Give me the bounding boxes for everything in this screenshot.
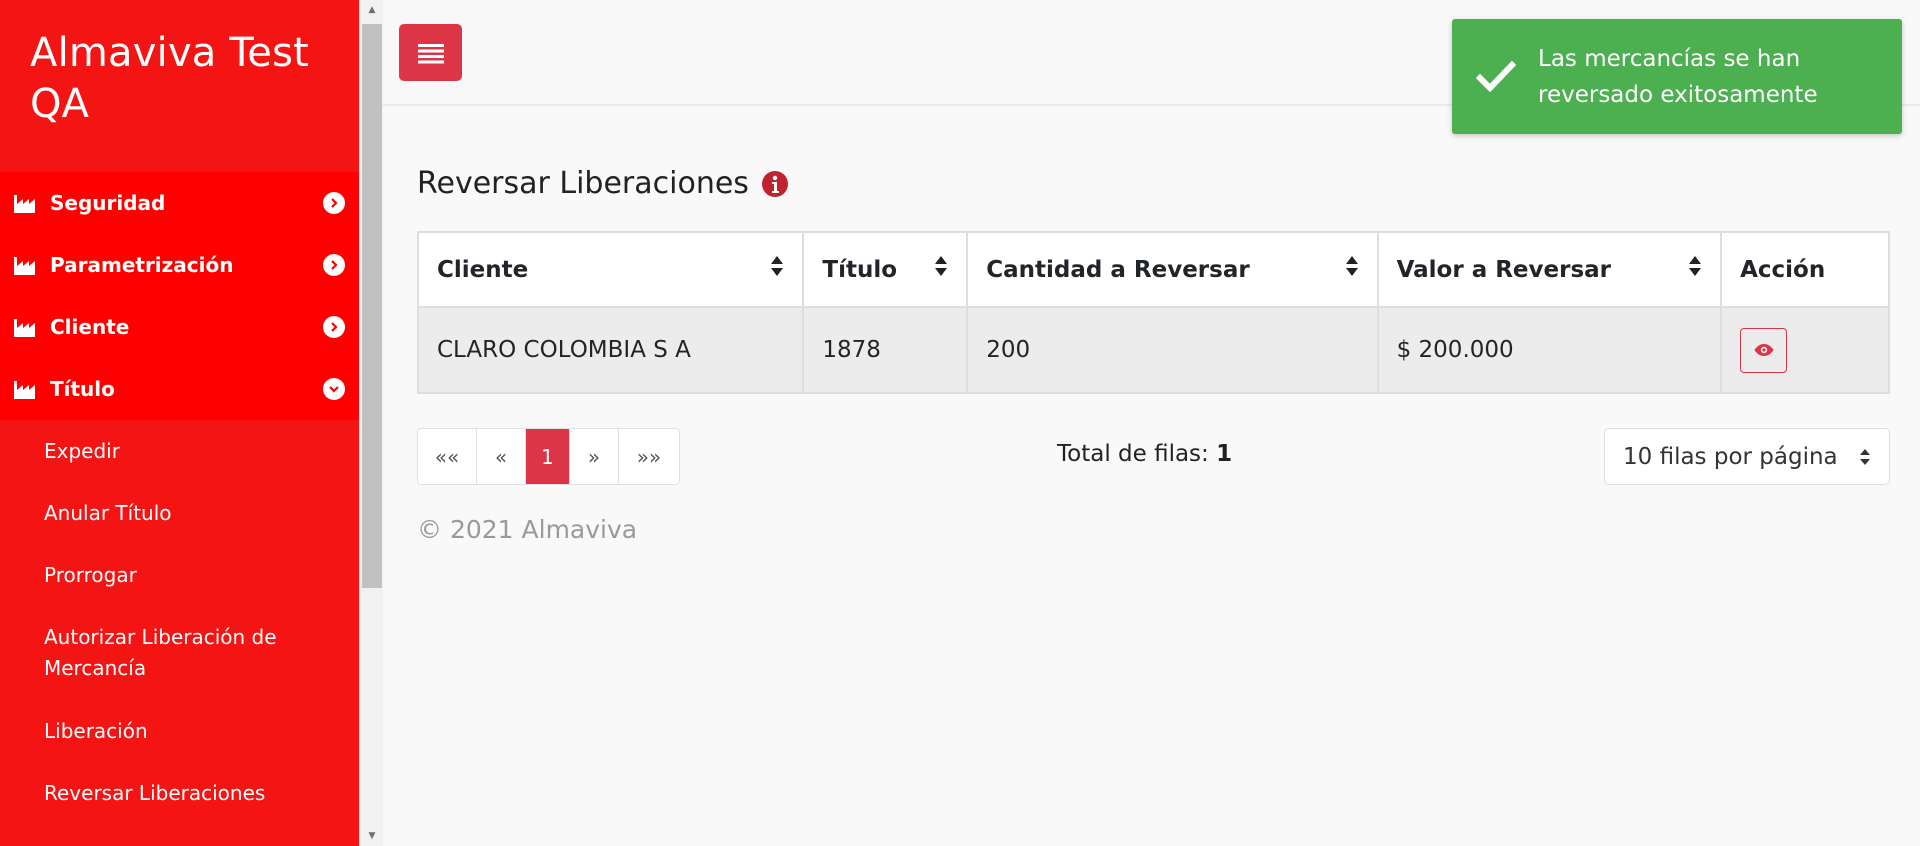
brand-title: Almaviva Test QA: [30, 30, 310, 127]
eye-icon: [1754, 344, 1774, 356]
chevron-right-icon: [323, 316, 345, 338]
factory-icon: [14, 195, 35, 213]
sidebar-item-cliente[interactable]: Cliente: [0, 296, 359, 358]
toast-message: Las mercancías se han reversado exitosam…: [1538, 45, 1818, 108]
page-1-button[interactable]: 1: [526, 429, 570, 484]
page-title-text: Reversar Liberaciones: [417, 166, 749, 201]
sidebar-item-label: Título: [50, 377, 115, 401]
table-row: CLARO COLOMBIA S A 1878 200 $ 200.000: [416, 306, 1890, 394]
sidebar-item-parametrizacion[interactable]: Parametrización: [0, 234, 359, 296]
info-icon[interactable]: [761, 170, 789, 198]
total-rows-value: 1: [1216, 441, 1233, 467]
sidebar-subitem-expedir[interactable]: Expedir: [0, 420, 359, 482]
pagination: «« « 1 » »»: [417, 428, 680, 485]
cell-cliente: CLARO COLOMBIA S A: [416, 306, 805, 394]
column-header-label: Cliente: [437, 256, 529, 283]
page-last-button[interactable]: »»: [619, 429, 679, 484]
cell-valor: $ 200.000: [1376, 306, 1723, 394]
scroll-up-arrow[interactable]: ▲: [360, 0, 384, 20]
sidebar-subitem-prorrogar[interactable]: Prorrogar: [0, 544, 359, 606]
view-button[interactable]: [1740, 327, 1788, 373]
sidebar-subitem-autorizar-liberacion[interactable]: Autorizar Liberación de Mercancía: [0, 606, 359, 700]
sidebar-item-label: Cliente: [50, 315, 130, 339]
footer-copyright: © 2021 Almaviva: [417, 515, 638, 544]
rows-per-page-select[interactable]: 10 filas por página: [1604, 428, 1890, 485]
sidebar: Almaviva Test QA Seguridad Parametrizaci…: [0, 0, 359, 846]
total-rows-label: Total de filas:: [1057, 441, 1209, 467]
check-icon: [1476, 60, 1516, 92]
select-arrows-icon: [1860, 449, 1870, 465]
success-toast[interactable]: Las mercancías se han reversado exitosam…: [1452, 19, 1902, 134]
cell-cantidad: 200: [966, 306, 1379, 394]
chevron-down-icon: [323, 378, 345, 400]
column-header-valor[interactable]: Valor a Reversar: [1376, 231, 1723, 308]
sidebar-submenu-titulo: Expedir Anular Título Prorrogar Autoriza…: [0, 420, 359, 824]
sidebar-item-seguridad[interactable]: Seguridad: [0, 172, 359, 234]
sidebar-item-label: Seguridad: [50, 191, 166, 215]
sidebar-subitem-liberacion[interactable]: Liberación: [0, 700, 359, 762]
column-header-cliente[interactable]: Cliente: [416, 231, 805, 308]
page-first-button[interactable]: ««: [418, 429, 477, 484]
chevron-right-icon: [323, 192, 345, 214]
data-table: Cliente Título Cantidad a Reversar Valor…: [416, 231, 1890, 394]
column-header-cantidad[interactable]: Cantidad a Reversar: [966, 231, 1379, 308]
factory-icon: [14, 381, 35, 399]
chevron-right-icon: [323, 254, 345, 276]
sort-icon[interactable]: [1688, 255, 1702, 277]
table-header-row: Cliente Título Cantidad a Reversar Valor…: [416, 231, 1890, 308]
cell-accion: [1720, 306, 1890, 394]
sidebar-item-label: Parametrización: [50, 253, 234, 277]
sidebar-subitem-reversar-liberaciones[interactable]: Reversar Liberaciones: [0, 762, 359, 824]
rows-per-page-value: 10 filas por página: [1623, 443, 1838, 470]
column-header-label: Título: [822, 256, 898, 283]
sort-icon[interactable]: [770, 255, 784, 277]
scroll-down-arrow[interactable]: ▼: [360, 826, 384, 846]
page-next-button[interactable]: »: [570, 429, 619, 484]
column-header-accion: Acción: [1720, 231, 1890, 308]
sidebar-scrollbar[interactable]: ▲ ▼: [359, 0, 383, 846]
factory-icon: [14, 257, 35, 275]
sort-icon[interactable]: [1345, 255, 1359, 277]
factory-icon: [14, 319, 35, 337]
page-title: Reversar Liberaciones: [417, 166, 789, 201]
sidebar-menu: Seguridad Parametrización Cliente Título: [0, 172, 359, 420]
scroll-thumb[interactable]: [362, 24, 382, 588]
hamburger-icon: [417, 43, 444, 63]
sidebar-toggle-button[interactable]: [399, 24, 462, 81]
sidebar-item-titulo[interactable]: Título: [0, 358, 359, 420]
sidebar-subitem-anular-titulo[interactable]: Anular Título: [0, 482, 359, 544]
column-header-label: Cantidad a Reversar: [986, 256, 1250, 283]
sort-icon[interactable]: [934, 255, 948, 277]
column-header-titulo[interactable]: Título: [802, 231, 969, 308]
column-header-label: Valor a Reversar: [1396, 256, 1612, 283]
cell-titulo: 1878: [802, 306, 969, 394]
page-prev-button[interactable]: «: [477, 429, 526, 484]
total-rows: Total de filas: 1: [1057, 441, 1232, 467]
